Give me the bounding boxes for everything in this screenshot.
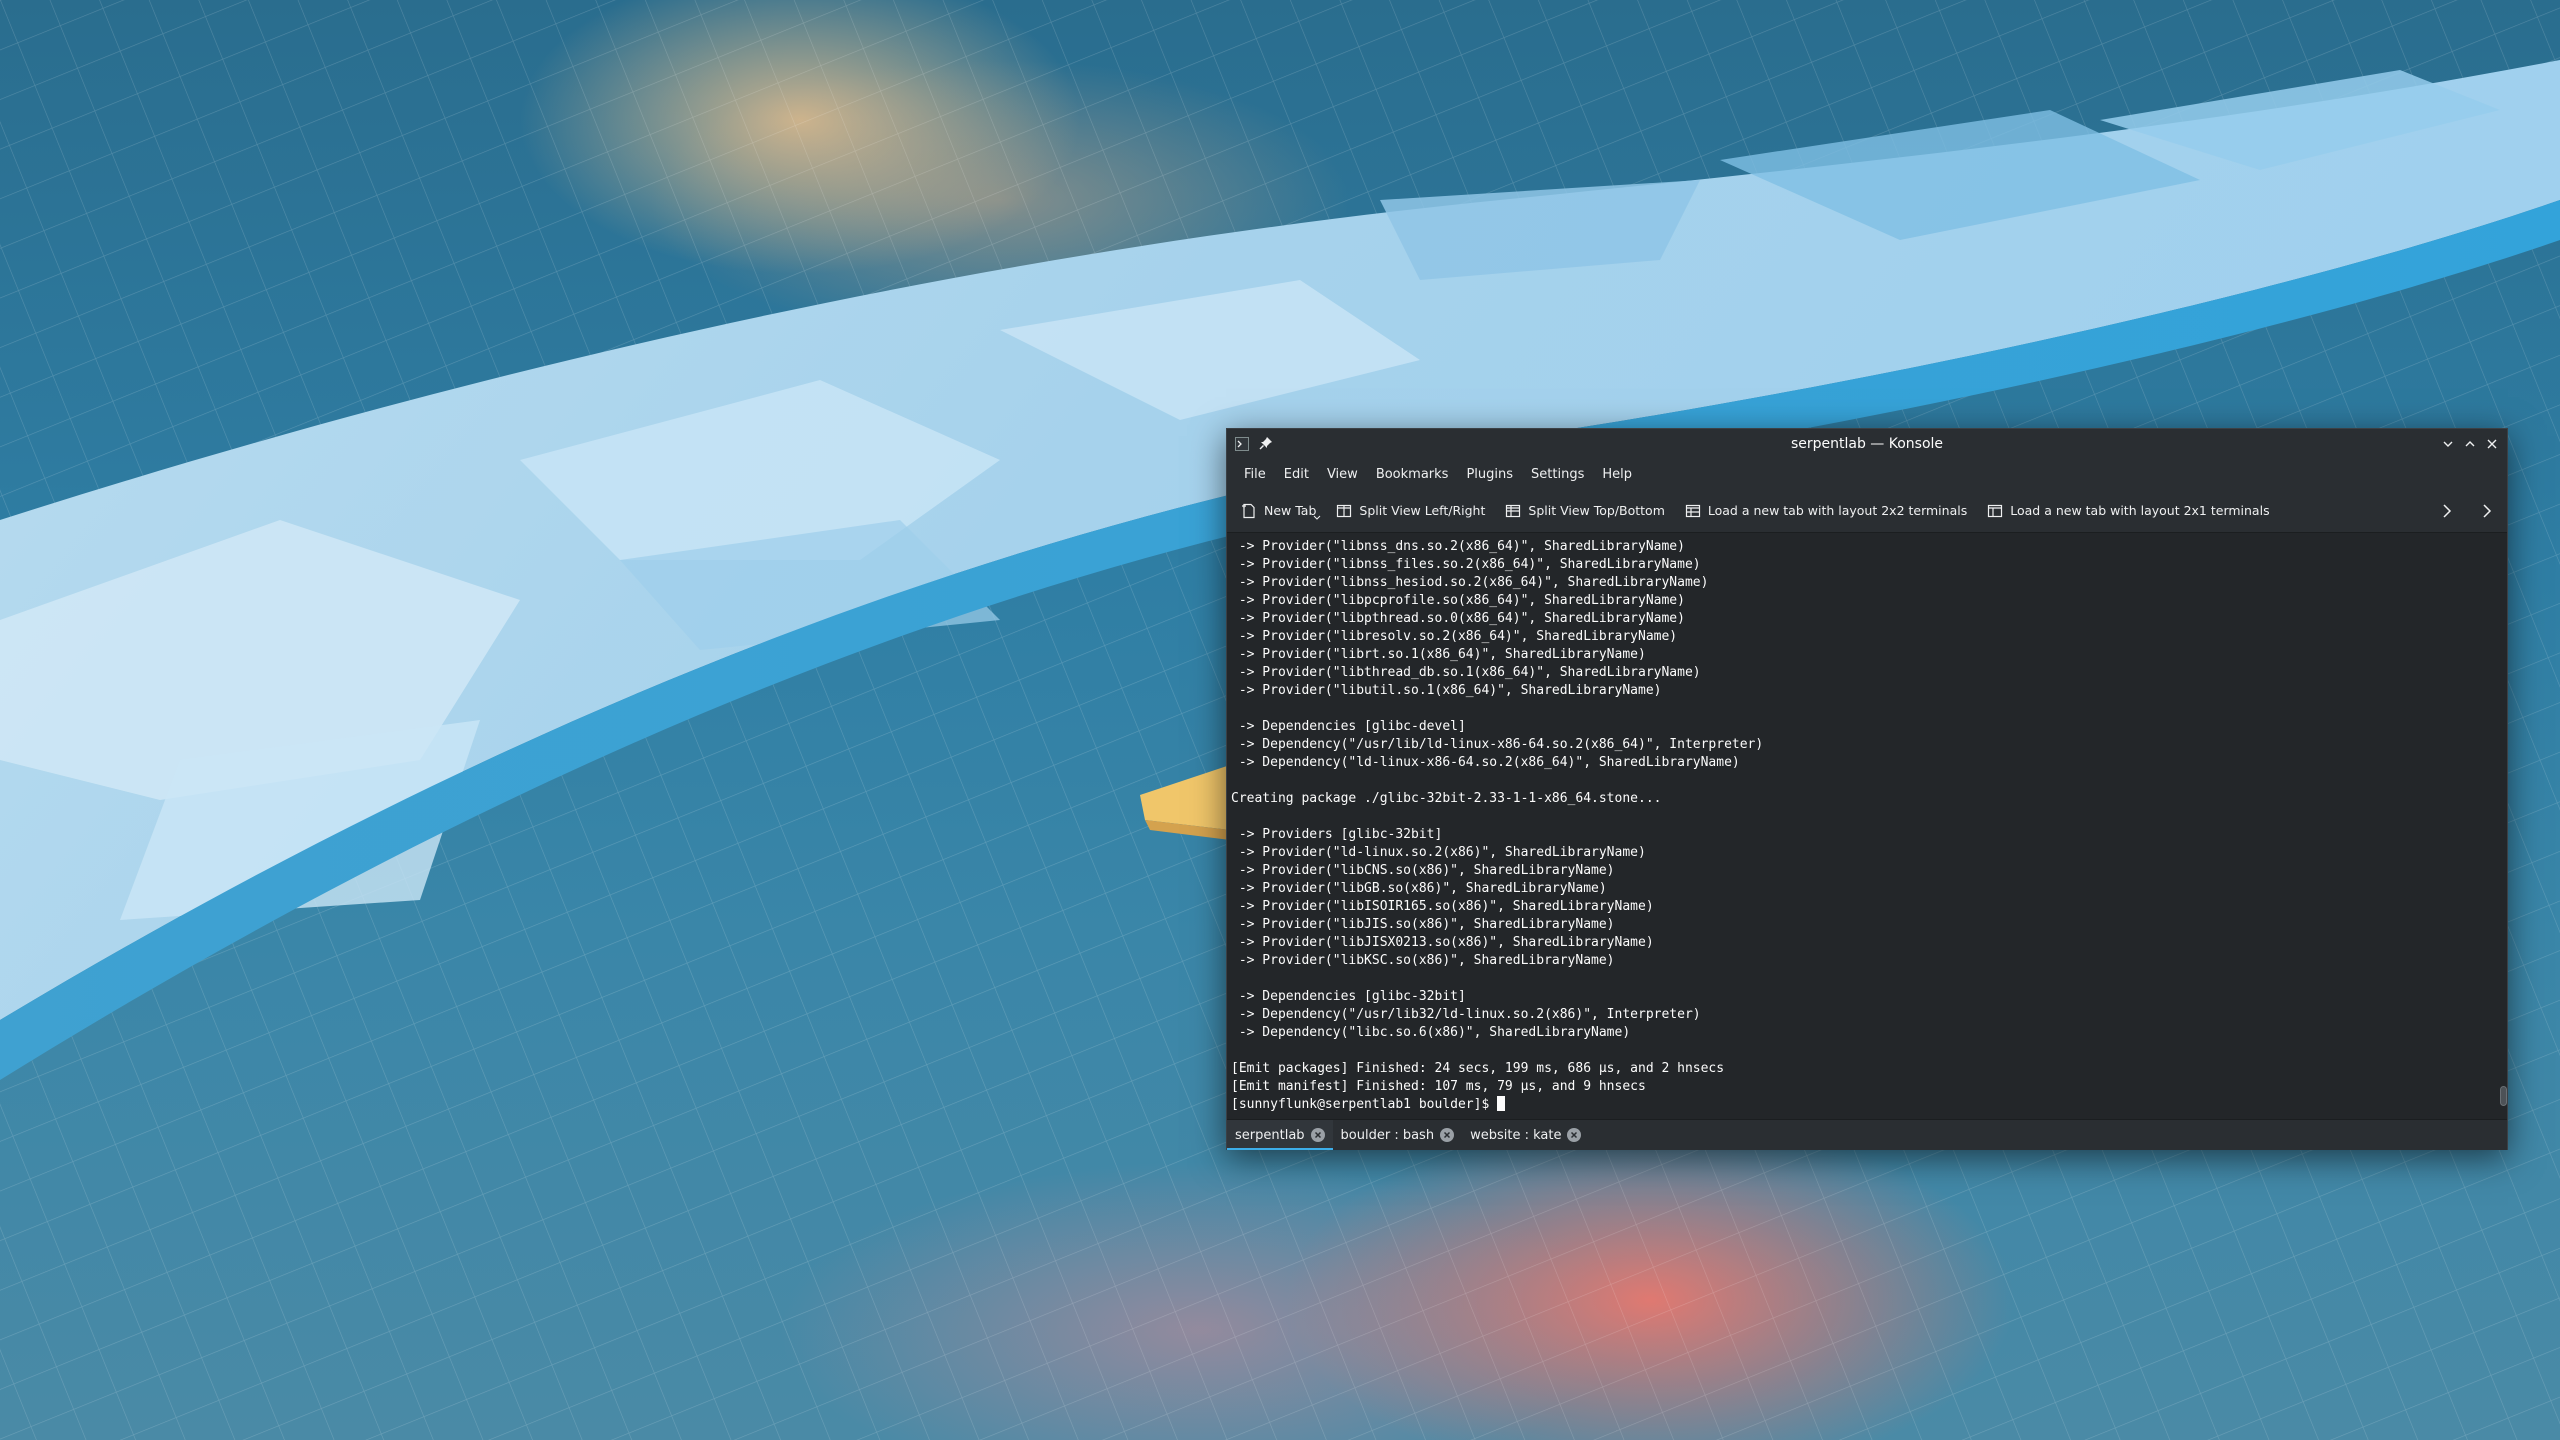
toolbar-extension-button[interactable] [2467, 489, 2507, 533]
close-icon [2487, 439, 2497, 449]
terminal-line: -> Provider("libnss_dns.so.2(x86_64)", S… [1231, 539, 1685, 554]
terminal-line: -> Dependency("libc.so.6(x86)", SharedLi… [1231, 1025, 1631, 1040]
menu-bookmarks[interactable]: Bookmarks [1367, 463, 1458, 486]
tab-label: serpentlab [1235, 1127, 1305, 1143]
shell-prompt: [sunnyflunk@serpentlab1 boulder]$ [1231, 1097, 1498, 1112]
terminal-line: -> Provider("libISOIR165.so(x86)", Share… [1231, 899, 1654, 914]
terminal-line: -> Provider("libthread_db.so.1(x86_64)",… [1231, 665, 1701, 680]
tab-website-kate[interactable]: website : kate [1462, 1120, 1589, 1150]
terminal-line: -> Provider("librt.so.1(x86_64)", Shared… [1231, 647, 1646, 662]
terminal-line: -> Provider("ld-linux.so.2(x86)", Shared… [1231, 845, 1646, 860]
terminal-line: -> Dependency("ld-linux-x86-64.so.2(x86_… [1231, 755, 1740, 770]
terminal-line: -> Provider("libJIS.so(x86)", SharedLibr… [1231, 917, 1615, 932]
new-tab-label: New Tab [1264, 503, 1317, 518]
split-top-bottom-button[interactable]: Split View Top/Bottom [1505, 503, 1665, 519]
chevron-down-icon [2443, 441, 2453, 447]
layout-2x2-label: Load a new tab with layout 2x2 terminals [1707, 503, 1968, 518]
terminal-line: [Emit manifest] Finished: 107 ms, 79 µs,… [1231, 1079, 1646, 1094]
tab-boulder-bash[interactable]: boulder : bash [1333, 1120, 1463, 1150]
chevron-right-icon [2443, 504, 2452, 518]
split-horizontal-icon [1506, 504, 1521, 517]
desktop-wallpaper: serpentlab — Konsole File Edit View Book… [0, 0, 2560, 1440]
menu-settings[interactable]: Settings [1522, 463, 1593, 486]
title-bar[interactable]: serpentlab — Konsole [1227, 429, 2507, 459]
layout-columns-icon [1988, 504, 2003, 517]
terminal-line: -> Dependency("/usr/lib/ld-linux-x86-64.… [1231, 737, 1764, 752]
split-left-right-button[interactable]: Split View Left/Right [1336, 503, 1485, 519]
close-tab-icon[interactable] [1567, 1128, 1582, 1142]
terminal-line: -> Provider("libCNS.so(x86)", SharedLibr… [1231, 863, 1615, 878]
split-left-right-label: Split View Left/Right [1359, 503, 1486, 518]
layout-2x2-button[interactable]: Load a new tab with layout 2x2 terminals [1685, 503, 1967, 519]
menu-edit[interactable]: Edit [1275, 463, 1318, 486]
new-tab-button[interactable]: New Tab [1241, 503, 1321, 520]
terminal-line: -> Provider("libGB.so(x86)", SharedLibra… [1231, 881, 1607, 896]
chevron-right-icon [2483, 504, 2492, 518]
split-top-bottom-label: Split View Top/Bottom [1528, 503, 1665, 518]
layout-grid-icon [1685, 504, 1700, 517]
terminal-line: -> Dependency("/usr/lib32/ld-linux.so.2(… [1231, 1007, 1701, 1022]
toolbar-overflow-button[interactable] [2427, 489, 2467, 533]
terminal-line: -> Provider("libutil.so.1(x86_64)", Shar… [1231, 683, 1662, 698]
terminal-line: -> Provider("libKSC.so(x86)", SharedLibr… [1231, 953, 1615, 968]
terminal-line: -> Provider("libnss_files.so.2(x86_64)",… [1231, 557, 1701, 572]
terminal-line: -> Dependencies [glibc-devel] [1231, 719, 1466, 734]
terminal-line: -> Provider("libJISX0213.so(x86)", Share… [1231, 935, 1654, 950]
terminal-line: -> Provider("libpcprofile.so(x86_64)", S… [1231, 593, 1685, 608]
dropdown-arrow-icon[interactable] [1313, 515, 1321, 521]
shell-prompt-line[interactable]: [sunnyflunk@serpentlab1 boulder]$ [1231, 1096, 2499, 1112]
tab-bar: serpentlab boulder : bash website : kate [1227, 1119, 2507, 1150]
layout-2x1-button[interactable]: Load a new tab with layout 2x1 terminals [1987, 503, 2270, 519]
split-vertical-icon [1337, 504, 1352, 517]
close-button[interactable] [2483, 435, 2501, 453]
menu-bar: File Edit View Bookmarks Plugins Setting… [1227, 459, 2507, 489]
terminal-line: -> Provider("libpthread.so.0(x86_64)", S… [1231, 611, 1685, 626]
menu-file[interactable]: File [1235, 463, 1275, 486]
terminal-line: Creating package ./glibc-32bit-2.33-1-1-… [1231, 791, 1662, 806]
terminal-line: -> Providers [glibc-32bit] [1231, 827, 1443, 842]
terminal-line: -> Provider("libnss_hesiod.so.2(x86_64)"… [1231, 575, 1709, 590]
tab-serpentlab[interactable]: serpentlab [1227, 1120, 1333, 1150]
terminal-output[interactable]: -> Provider("libnss_dns.so.2(x86_64)", S… [1227, 534, 2499, 1112]
maximize-button[interactable] [2461, 435, 2479, 453]
scrollbar-thumb[interactable] [2500, 1086, 2507, 1106]
close-tab-icon[interactable] [1310, 1128, 1325, 1142]
window-title: serpentlab — Konsole [1790, 436, 1944, 452]
tab-label: website : kate [1470, 1127, 1562, 1143]
tab-label: boulder : bash [1340, 1127, 1435, 1143]
text-cursor [1497, 1096, 1506, 1111]
terminal-scrollbar[interactable] [2499, 534, 2507, 1112]
terminal-line: [Emit packages] Finished: 24 secs, 199 m… [1231, 1061, 1725, 1076]
minimize-button[interactable] [2439, 435, 2457, 453]
konsole-window[interactable]: serpentlab — Konsole File Edit View Book… [1226, 428, 2508, 1150]
menu-help[interactable]: Help [1593, 463, 1641, 486]
terminal-line: -> Provider("libresolv.so.2(x86_64)", Sh… [1231, 629, 1678, 644]
terminal-line: -> Dependencies [glibc-32bit] [1231, 989, 1466, 1004]
layout-2x1-label: Load a new tab with layout 2x1 terminals [2010, 503, 2270, 518]
menu-plugins[interactable]: Plugins [1457, 463, 1522, 486]
menu-view[interactable]: View [1318, 463, 1367, 486]
new-tab-icon [1242, 503, 1255, 518]
toolbar-overflow [2427, 489, 2507, 533]
close-tab-icon[interactable] [1440, 1128, 1455, 1142]
toolbar: New Tab Split View Left/Right Split View… [1227, 489, 2507, 533]
chevron-up-icon [2465, 441, 2475, 447]
